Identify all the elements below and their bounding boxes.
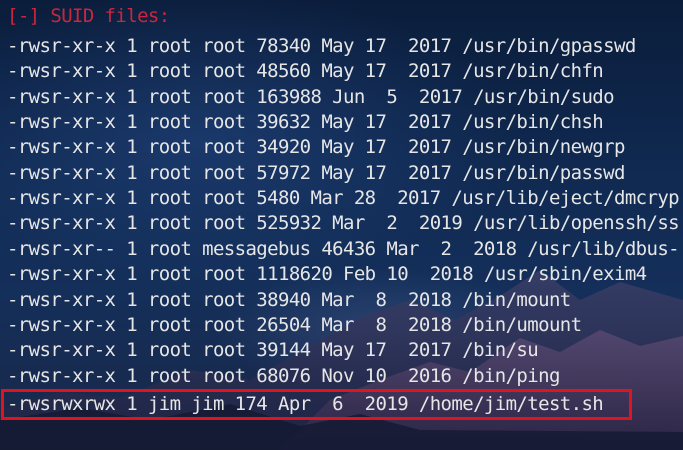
terminal-line: -rwsr-xr-x 1 root root 39632 May 17 2017… <box>7 111 604 133</box>
terminal-line: -rwsr-xr-x 1 root root 48560 May 17 2017… <box>7 60 604 82</box>
terminal-line: -rwsr-xr-x 1 root root 525932 Mar 2 2019… <box>7 212 680 234</box>
terminal-line: -rwsr-xr-- 1 root messagebus 46436 Mar 2… <box>7 238 680 260</box>
suid-files-header: [-] SUID files: <box>7 5 170 27</box>
terminal-line: -rwsr-xr-x 1 root root 68076 Nov 10 2016… <box>7 365 560 387</box>
terminal-line: -rwsr-xr-x 1 root root 57972 May 17 2017… <box>7 162 625 184</box>
terminal-line: -rwsr-xr-x 1 root root 34920 May 17 2017… <box>7 136 625 158</box>
terminal-line: -rwsr-xr-x 1 root root 163988 Jun 5 2017… <box>7 86 615 108</box>
highlight-box <box>1 389 632 420</box>
terminal-line: -rwsr-xr-x 1 root root 39144 May 17 2017… <box>7 339 539 361</box>
terminal-line: -rwsr-xr-x 1 root root 1118620 Feb 10 20… <box>7 263 647 285</box>
terminal-line: -rwsr-xr-x 1 root root 26504 Mar 8 2018 … <box>7 314 582 336</box>
terminal-output: [-] SUID files: -rwsr-xr-x 1 root root 7… <box>0 0 683 450</box>
terminal-line: -rwsr-xr-x 1 root root 5480 Mar 28 2017 … <box>7 187 680 209</box>
terminal-line: -rwsr-xr-x 1 root root 78340 May 17 2017… <box>7 35 636 57</box>
terminal-line: -rwsr-xr-x 1 root root 38940 Mar 8 2018 … <box>7 289 571 311</box>
